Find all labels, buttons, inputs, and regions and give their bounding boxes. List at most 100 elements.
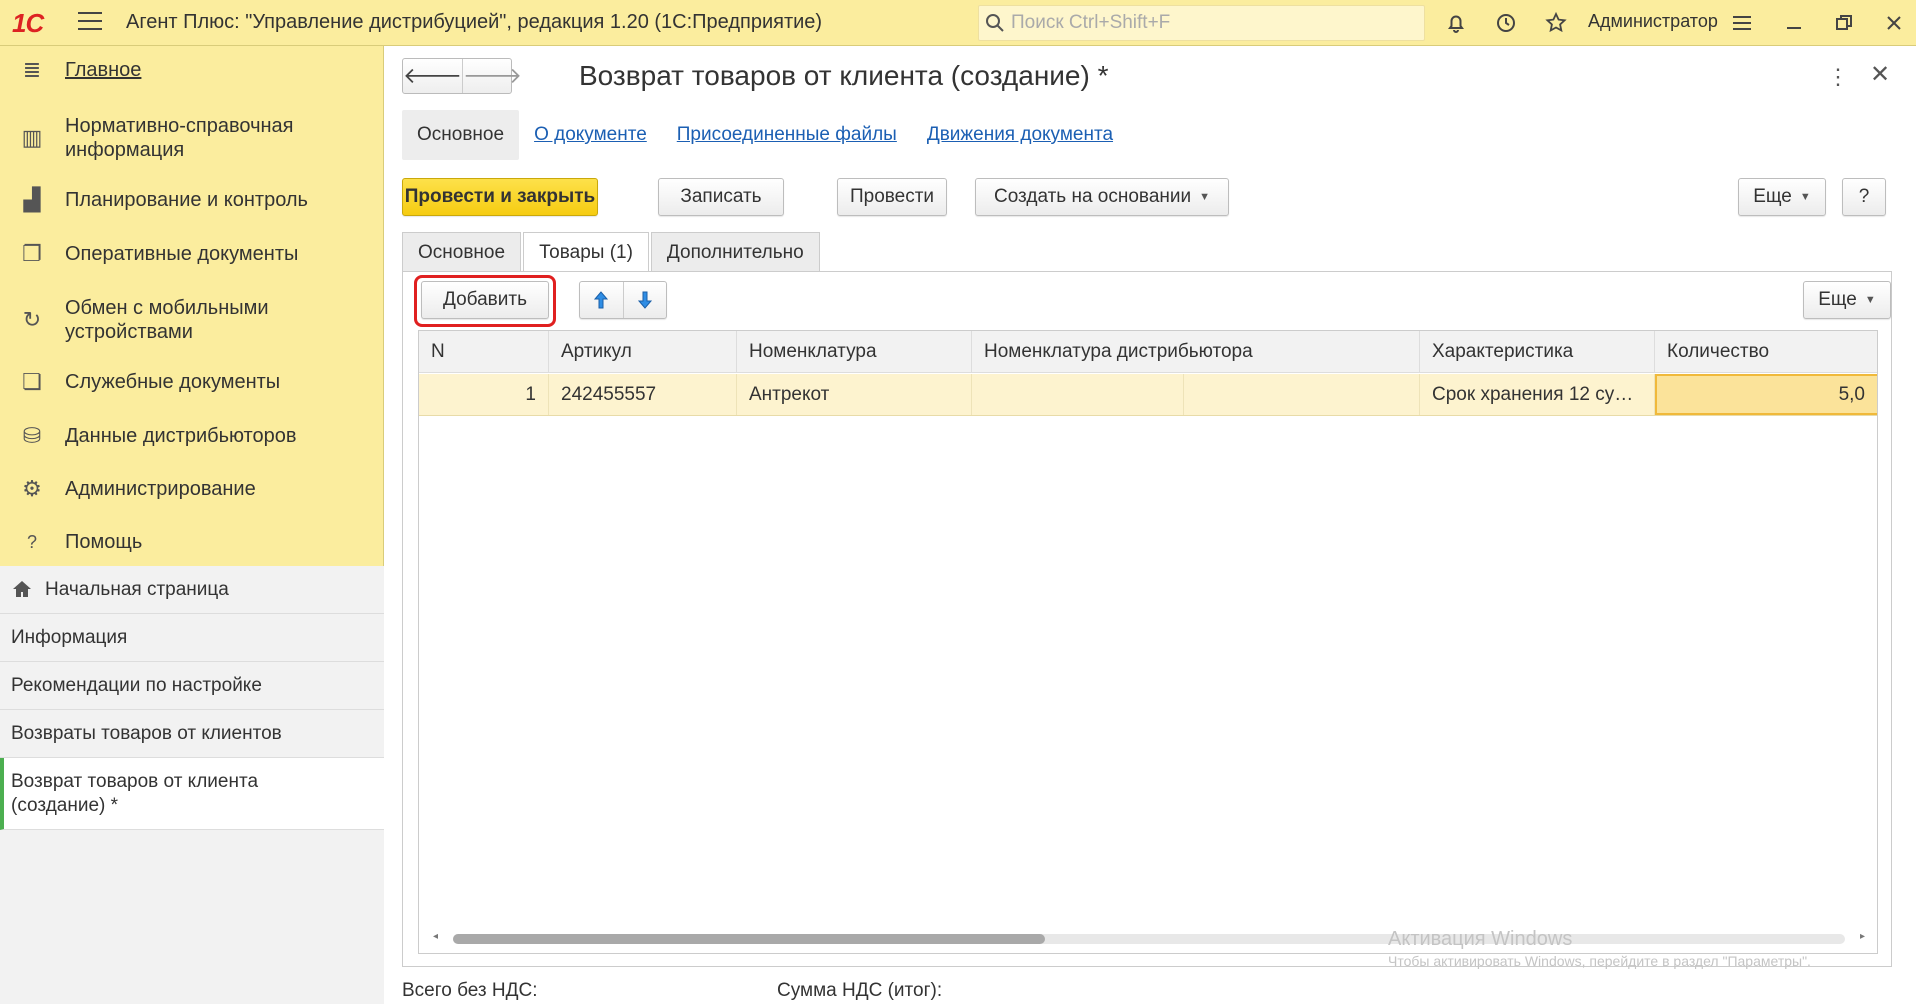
nav-tab-movements[interactable]: Движения документа <box>912 110 1128 160</box>
bell-icon[interactable] <box>1442 9 1470 37</box>
history-icon[interactable] <box>1492 9 1520 37</box>
document-form: 🡐 🡒 Возврат товаров от клиента (создание… <box>384 46 1916 1004</box>
search-placeholder: Поиск Ctrl+Shift+F <box>1011 12 1171 33</box>
open-window-label: Возврат товаров от клиента (создание) * <box>11 771 259 816</box>
title-bar: 1С Агент Плюс: "Управление дистрибуцией"… <box>0 0 1916 46</box>
history-nav: 🡐 🡒 <box>402 58 522 94</box>
minimize-icon[interactable] <box>1780 9 1808 37</box>
sync-icon: ↻ <box>22 307 42 332</box>
col-header-dist-item[interactable]: Номенклатура дистрибьютора <box>972 331 1420 372</box>
open-window-current-document[interactable]: Возврат товаров от клиента (создание) * <box>0 758 384 830</box>
col-header-quantity[interactable]: Количество <box>1655 331 1877 372</box>
arrow-up-icon <box>594 291 609 309</box>
sections-panel: ≣ Главное ▥ Нормативно-справочная информ… <box>0 46 384 1004</box>
back-arrow-icon[interactable]: 🡐 <box>403 59 463 93</box>
scroll-left-icon[interactable]: ◂ <box>433 931 438 942</box>
cell-characteristic[interactable]: Срок хранения 12 су… <box>1420 374 1655 415</box>
section-help[interactable]: ? Помощь <box>0 530 384 554</box>
star-icon[interactable] <box>1542 9 1570 37</box>
total-no-vat-label: Всего без НДС: <box>402 980 538 1001</box>
watermark-subtitle: Чтобы активировать Windows, перейдите в … <box>1388 953 1811 969</box>
cell-n[interactable]: 1 <box>419 374 549 415</box>
col-header-characteristic[interactable]: Характеристика <box>1420 331 1655 372</box>
restore-icon[interactable] <box>1830 9 1858 37</box>
chevron-down-icon: ▼ <box>1199 191 1210 203</box>
nav-tab-main[interactable]: Основное <box>402 110 520 160</box>
open-window-label: Возвраты товаров от клиентов <box>11 723 282 744</box>
open-window-recommendations[interactable]: Рекомендации по настройке <box>0 662 384 710</box>
section-administration[interactable]: ⚙ Администрирование <box>0 476 384 501</box>
post-and-close-button[interactable]: Провести и закрыть <box>402 178 598 216</box>
help-button[interactable]: ? <box>1842 178 1886 216</box>
col-header-n[interactable]: N <box>419 331 549 372</box>
menu-icon: ≣ <box>22 57 42 82</box>
section-main[interactable]: ≣ Главное <box>0 57 384 82</box>
settings-menu-icon[interactable] <box>1728 9 1756 37</box>
post-button[interactable]: Провести <box>837 178 947 216</box>
nav-tab-about[interactable]: О документе <box>519 110 662 160</box>
close-app-icon[interactable] <box>1880 9 1908 37</box>
cell-dist-item[interactable] <box>972 374 1184 415</box>
table-row[interactable]: 1 242455557 Антрекот Срок хранения 12 су… <box>419 374 1877 416</box>
goods-tab-panel: Добавить Еще ▼ N Артикул Номенклатура Ном… <box>402 271 1892 967</box>
close-icon[interactable]: ✕ <box>1870 60 1890 89</box>
section-label: Нормативно-справочная информация <box>65 115 294 161</box>
home-icon <box>13 581 31 597</box>
user-name[interactable]: Администратор <box>1588 11 1718 32</box>
cell-item[interactable]: Антрекот <box>737 374 972 415</box>
section-mobile-exchange[interactable]: ↻ Обмен с мобильными устройствами <box>0 296 384 346</box>
section-planning[interactable]: ▟ Планирование и контроль <box>0 187 384 212</box>
scroll-thumb[interactable] <box>453 934 1045 944</box>
chevron-down-icon: ▼ <box>1799 191 1811 203</box>
app-title: Агент Плюс: "Управление дистрибуцией", р… <box>126 11 823 33</box>
documents-icon: ❐ <box>22 241 42 266</box>
goods-table: N Артикул Номенклатура Номенклатура дист… <box>418 330 1878 954</box>
tab-goods[interactable]: Товары (1) <box>523 232 649 273</box>
open-window-label: Информация <box>11 627 128 648</box>
windows-activation-watermark: Активация Windows Чтобы активировать Win… <box>1388 928 1811 969</box>
section-service-docs[interactable]: ❏ Служебные документы <box>0 369 384 394</box>
vat-sum-label: Сумма НДС (итог): <box>777 980 943 1001</box>
section-operational-docs[interactable]: ❐ Оперативные документы <box>0 241 384 266</box>
section-label: Администрирование <box>65 478 256 500</box>
open-window-info[interactable]: Информация <box>0 614 384 662</box>
section-label: Помощь <box>65 531 143 553</box>
more-button[interactable]: Еще ▼ <box>1738 178 1826 216</box>
col-header-item[interactable]: Номенклатура <box>737 331 972 372</box>
add-button[interactable]: Добавить <box>421 281 549 319</box>
move-down-button[interactable] <box>624 282 667 318</box>
search-icon <box>986 14 1004 32</box>
more-label: Еще <box>1753 186 1792 207</box>
move-up-button[interactable] <box>580 282 624 318</box>
arrow-down-icon <box>637 291 652 309</box>
section-label: Оперативные документы <box>65 243 299 265</box>
chart-icon: ▟ <box>23 187 41 212</box>
create-based-on-label: Создать на основании <box>993 186 1192 207</box>
more-actions-icon[interactable]: ⋮ <box>1827 64 1849 90</box>
scroll-right-icon[interactable]: ▸ <box>1860 931 1865 942</box>
forward-arrow-icon[interactable]: 🡒 <box>463 59 522 93</box>
app-logo: 1С <box>12 8 44 38</box>
help-icon: ? <box>26 531 37 552</box>
section-reference[interactable]: ▥ Нормативно-справочная информация <box>0 114 384 164</box>
cell-quantity[interactable]: 5,0 <box>1655 374 1877 415</box>
table-more-label: Еще <box>1818 289 1857 310</box>
col-header-article[interactable]: Артикул <box>549 331 737 372</box>
save-button[interactable]: Записать <box>658 178 784 216</box>
create-based-on-button[interactable]: Создать на основании ▼ <box>975 178 1229 216</box>
section-label: Обмен с мобильными устройствами <box>65 297 269 343</box>
tab-main[interactable]: Основное <box>402 232 522 272</box>
table-more-button[interactable]: Еще ▼ <box>1803 281 1891 319</box>
main-menu-icon[interactable] <box>78 12 102 32</box>
section-distributors[interactable]: ⛁ Данные дистрибьюторов <box>0 423 384 448</box>
section-label: Планирование и контроль <box>65 189 308 211</box>
cell-dist-item-extra[interactable] <box>1184 374 1420 415</box>
open-window-home[interactable]: Начальная страница <box>0 566 384 614</box>
tab-additional[interactable]: Дополнительно <box>650 232 820 272</box>
nav-tab-files[interactable]: Присоединенные файлы <box>662 110 912 160</box>
chevron-down-icon: ▼ <box>1864 294 1876 306</box>
cell-article[interactable]: 242455557 <box>549 374 737 415</box>
search-input[interactable]: Поиск Ctrl+Shift+F <box>978 5 1425 41</box>
page-title: Возврат товаров от клиента (создание) * <box>579 60 1109 91</box>
open-window-returns-list[interactable]: Возвраты товаров от клиентов <box>0 710 384 758</box>
